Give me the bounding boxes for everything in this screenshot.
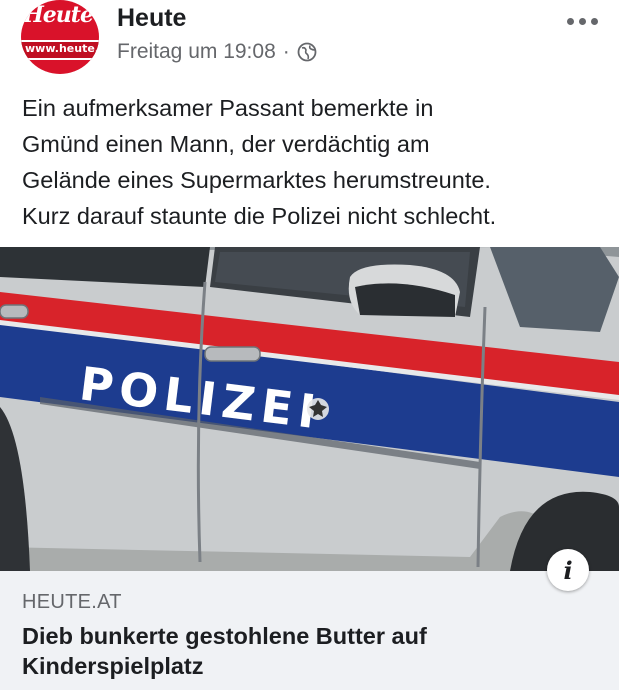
link-caption[interactable]: HEUTE.AT Dieb bunkerte gestohlene Butter… (0, 571, 619, 690)
facebook-post: Heute www.heute.at Heute Freitag um 19:0… (0, 0, 619, 690)
police-car-image: POLIZEI (0, 247, 619, 571)
more-dot (566, 17, 574, 25)
avatar-logo-text: Heute (23, 2, 94, 28)
page-name[interactable]: Heute (117, 4, 186, 33)
avatar[interactable]: Heute www.heute.at (21, 0, 99, 74)
post-text-line: Gmünd einen Mann, der verdächtig am (22, 131, 430, 157)
globe-icon (297, 42, 317, 62)
eagle-emblem (307, 398, 329, 420)
info-icon[interactable]: i (547, 549, 589, 591)
avatar-logo-url: www.heute.at (25, 42, 99, 55)
more-dot (578, 17, 586, 25)
post-meta: Freitag um 19:08 · (117, 40, 317, 64)
post-timestamp[interactable]: Freitag um 19:08 (117, 40, 276, 64)
post-text-line: Kurz darauf staunte die Polizei nicht sc… (22, 203, 497, 229)
link-domain: HEUTE.AT (22, 591, 122, 613)
meta-separator: · (282, 40, 290, 63)
link-title[interactable]: Dieb bunkerte gestohlene Butter auf Kind… (22, 621, 562, 681)
post-text: Ein aufmerksamer Passant bemerkte in Gmü… (22, 90, 607, 234)
post-header: Heute www.heute.at Heute Freitag um 19:0… (0, 0, 619, 80)
more-options-icon[interactable] (562, 14, 602, 28)
more-dot (590, 17, 598, 25)
link-preview-image[interactable]: POLIZEI (0, 247, 619, 571)
post-text-line: Ein aufmerksamer Passant bemerkte in (22, 95, 434, 121)
post-text-line: Gelände eines Supermarktes herumstreunte… (22, 167, 491, 193)
